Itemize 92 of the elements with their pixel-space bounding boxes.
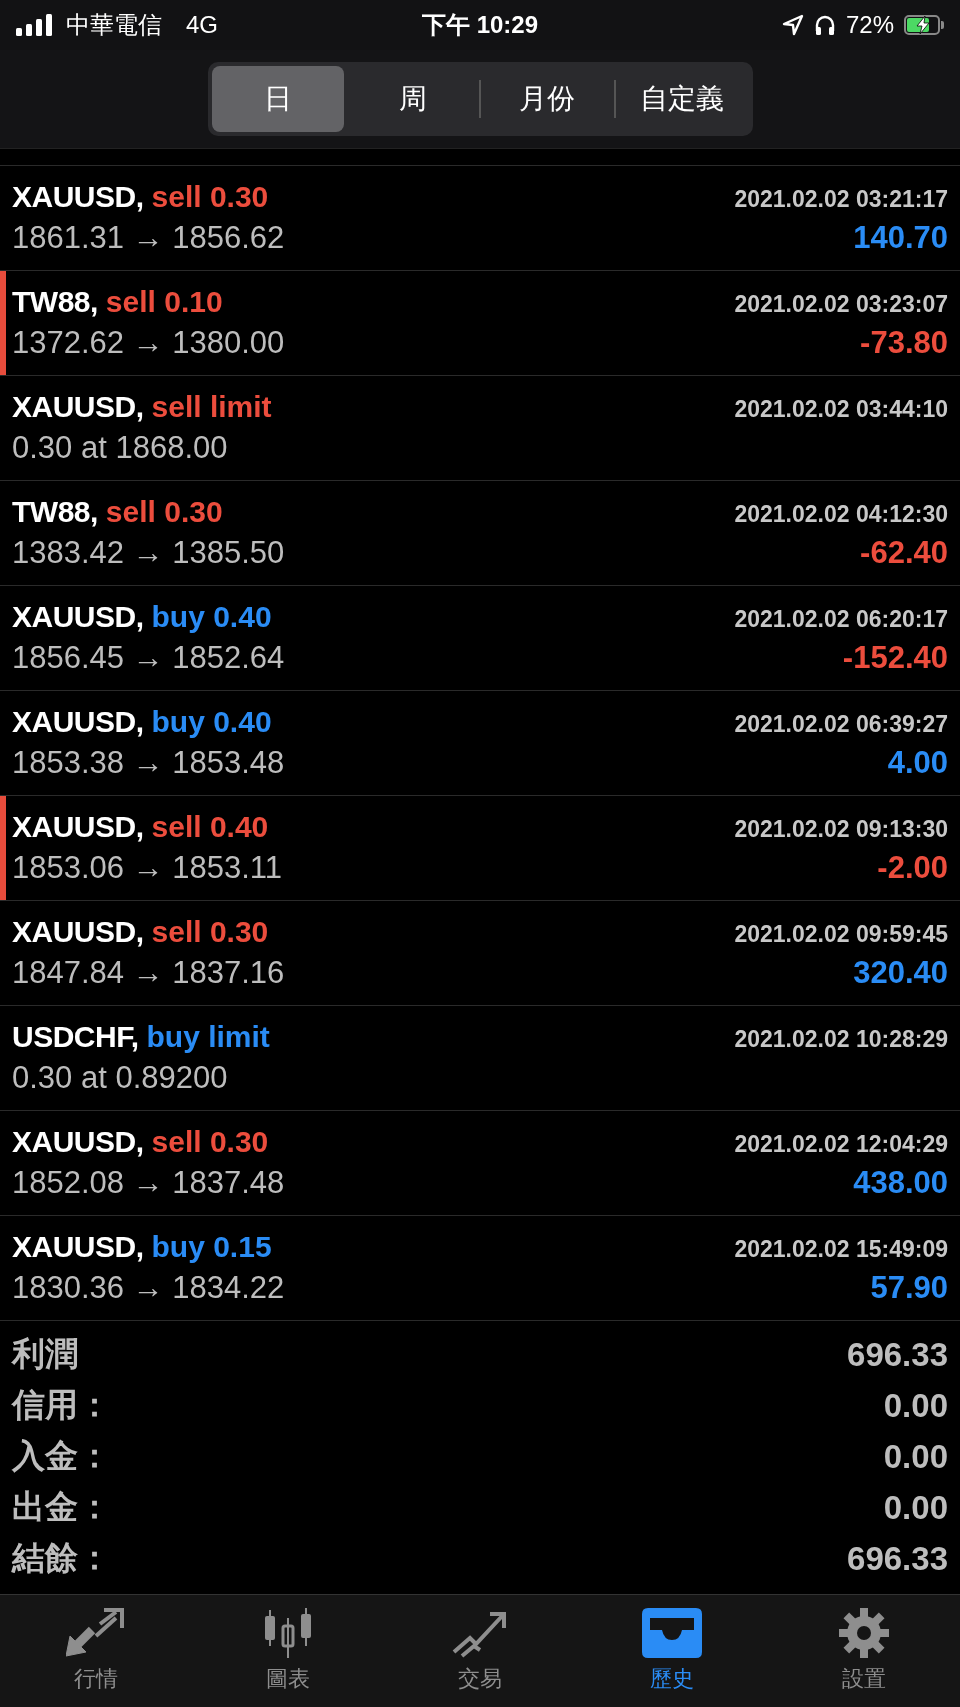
tab-bar-item[interactable]: 圖表 (192, 1595, 384, 1707)
order-type: sell 0.30 (151, 180, 269, 213)
tab-bar-item[interactable]: 交易 (384, 1595, 576, 1707)
price-range: 1830.36 → 1834.22 (12, 1270, 285, 1306)
order-row[interactable]: XAUUSD, sell 0.30 2021.02.02 09:59:45 1847.84 → 1837.16 320.40 (0, 900, 960, 1005)
order-type: sell 0.30 (151, 1125, 269, 1158)
symbol: XAUUSD, (12, 915, 144, 948)
profit: 4.00 (887, 745, 948, 781)
order-time: 2021.02.02 09:13:30 (734, 816, 948, 843)
battery-icon (904, 15, 944, 35)
order-time: 2021.02.02 09:59:45 (734, 921, 948, 948)
order-row[interactable]: TW88, sell 0.30 2021.02.02 04:12:30 1383.42 → 1385.50 -62.40 (0, 480, 960, 585)
price-range: 1853.38 → 1853.48 (12, 745, 285, 781)
price-range: 1861.31 → 1856.62 (12, 220, 285, 256)
symbol: TW88, (12, 495, 98, 528)
symbol: XAUUSD, (12, 1230, 144, 1263)
order-row[interactable]: USDCHF, buy limit 2021.02.02 10:28:29 0.30 at 0.89200 (0, 1005, 960, 1110)
price-range: 1847.84 → 1837.16 (12, 955, 285, 991)
order-time: 2021.02.02 06:20:17 (734, 606, 948, 633)
order-time: 2021.02.02 04:12:30 (734, 501, 948, 528)
symbol: XAUUSD, (12, 390, 144, 423)
order-row[interactable]: XAUUSD, sell 0.30 2021.02.02 03:21:17 1861.31 → 1856.62 140.70 (0, 165, 960, 270)
profit: -73.80 (860, 325, 948, 361)
summary-value: 696.33 (847, 1335, 948, 1374)
order-type: sell 0.30 (105, 495, 223, 528)
tab-bar-item[interactable]: 歷史 (576, 1595, 768, 1707)
order-time: 2021.02.02 15:49:09 (734, 1236, 948, 1263)
order-type: sell limit (151, 390, 272, 423)
profit: -2.00 (877, 850, 948, 886)
order-type: sell 0.10 (105, 285, 223, 318)
price-range: 0.30 at 1868.00 (12, 430, 228, 466)
period-tab[interactable]: 周 (346, 66, 479, 132)
profit: 438.00 (853, 1165, 948, 1201)
network-type: 4G (186, 11, 218, 39)
order-type: buy 0.40 (151, 600, 272, 633)
period-tab[interactable]: 自定義 (615, 66, 749, 132)
profit: -62.40 (860, 535, 948, 571)
summary-label: 出金： (12, 1487, 111, 1527)
headphones-icon (813, 14, 836, 36)
double-arrow-icon (66, 1608, 126, 1658)
order-time: 2021.02.02 06:39:27 (734, 711, 948, 738)
clock: 下午 10:29 (421, 10, 539, 40)
profit: -152.40 (842, 640, 948, 676)
order-row[interactable]: XAUUSD, sell limit 2021.02.02 03:44:10 0.30 at 1868.00 (0, 375, 960, 480)
order-time: 2021.02.02 03:21:17 (734, 186, 948, 213)
price-range: 1856.45 → 1852.64 (12, 640, 285, 676)
summary-label: 信用： (12, 1385, 111, 1425)
order-type: buy limit (146, 1020, 270, 1053)
price-range: 1853.06 → 1853.11 (12, 850, 283, 886)
tab-bar-item[interactable]: 行情 (0, 1595, 192, 1707)
order-time: 2021.02.02 03:44:10 (734, 396, 948, 423)
profit: 140.70 (853, 220, 948, 256)
carrier-name: 中華電信 (66, 10, 162, 40)
order-type: sell 0.40 (151, 810, 269, 843)
tab-bar-item[interactable]: 設置 (768, 1595, 960, 1707)
symbol: XAUUSD, (12, 810, 144, 843)
order-row[interactable]: TW88, sell 0.10 2021.02.02 03:23:07 1372.62 → 1380.00 -73.80 (0, 270, 960, 375)
symbol: XAUUSD, (12, 180, 144, 213)
summary-label: 結餘： (12, 1538, 111, 1578)
summary-value: 0.00 (883, 1437, 948, 1476)
order-time: 2021.02.02 12:04:29 (734, 1131, 948, 1158)
price-range: 1372.62 → 1380.00 (12, 325, 285, 361)
order-row[interactable]: XAUUSD, buy 0.40 2021.02.02 06:20:17 1856.45 → 1852.64 -152.40 (0, 585, 960, 690)
symbol: USDCHF, (12, 1020, 139, 1053)
profit: 57.90 (870, 1270, 948, 1306)
symbol: TW88, (12, 285, 98, 318)
inbox-icon (642, 1608, 702, 1658)
order-row[interactable]: XAUUSD, sell 0.40 2021.02.02 09:13:30 1853.06 → 1853.11 -2.00 (0, 795, 960, 900)
location-icon (781, 14, 804, 36)
profit: 320.40 (853, 955, 948, 991)
period-tab[interactable]: 月份 (481, 66, 614, 132)
price-range: 1383.42 → 1385.50 (12, 535, 285, 571)
summary-label: 入金： (12, 1436, 111, 1476)
order-type: buy 0.15 (151, 1230, 272, 1263)
price-range: 0.30 at 0.89200 (12, 1060, 228, 1096)
order-row[interactable]: XAUUSD, buy 0.40 2021.02.02 06:39:27 1853.38 → 1853.48 4.00 (0, 690, 960, 795)
battery-percent: 72% (845, 11, 894, 39)
order-row[interactable]: XAUUSD, sell 0.30 2021.02.02 12:04:29 1852.08 → 1837.48 438.00 (0, 1110, 960, 1215)
order-time: 2021.02.02 03:23:07 (734, 291, 948, 318)
order-time: 2021.02.02 10:28:29 (734, 1026, 948, 1053)
order-type: buy 0.40 (151, 705, 272, 738)
symbol: XAUUSD, (12, 705, 144, 738)
symbol: XAUUSD, (12, 1125, 144, 1158)
symbol: XAUUSD, (12, 600, 144, 633)
order-row[interactable]: XAUUSD, buy 0.15 2021.02.02 15:49:09 1830.36 → 1834.22 57.90 (0, 1215, 960, 1320)
summary-value: 0.00 (883, 1386, 948, 1425)
order-type: sell 0.30 (151, 915, 269, 948)
period-tab[interactable]: 日 (211, 66, 345, 132)
summary-label: 利潤 (12, 1334, 78, 1374)
summary-value: 696.33 (847, 1539, 948, 1578)
summary-value: 0.00 (883, 1488, 948, 1527)
price-range: 1852.08 → 1837.48 (12, 1165, 285, 1201)
